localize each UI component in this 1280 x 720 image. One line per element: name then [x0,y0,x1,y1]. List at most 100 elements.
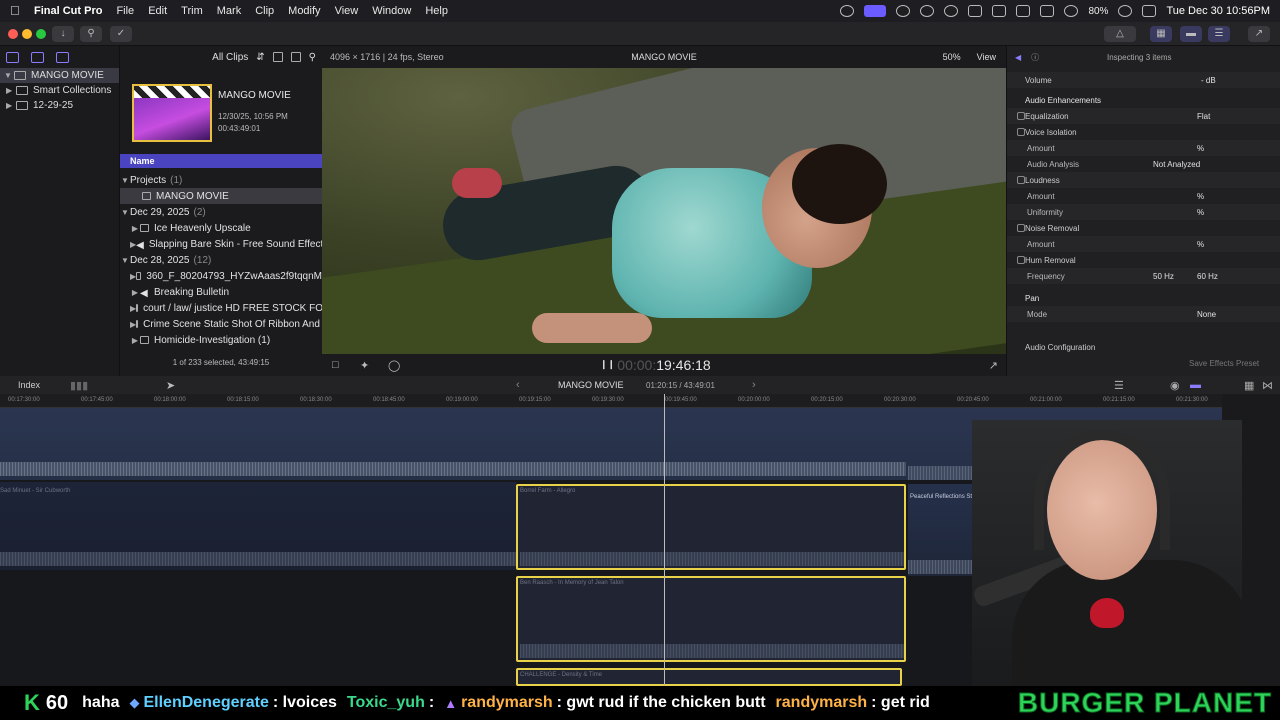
zoom-window-button[interactable] [36,29,46,39]
clip-row[interactable]: ▶ 360_F_80204793_HYZwAaas2f9tqqnM [120,268,322,284]
group-dec-28[interactable]: ▼ Dec 28, 2025 (12) [120,252,322,268]
keyboard-icon[interactable] [1016,5,1031,17]
index-button[interactable]: Index [18,380,40,390]
inspector-row[interactable]: Noise Removal [1007,220,1280,236]
play-icon[interactable] [944,5,959,17]
clip-row[interactable]: ▶ Ice Heavenly Upscale [120,220,322,236]
inspector-toggle-icon[interactable]: ☰ [1208,26,1230,42]
inspector-row-control[interactable]: % [1197,144,1204,153]
inspector-row[interactable]: Frequency 50 Hz 60 Hz [1007,268,1280,284]
import-icon[interactable]: ↓ [52,26,74,42]
effects-browser-icon[interactable]: ▦ [1244,379,1254,392]
inspector-row[interactable]: Uniformity% [1007,204,1280,220]
disclosure-icon[interactable]: ▼ [120,256,130,265]
back-arrow-icon[interactable]: ‹ [516,379,520,391]
library-mango-movie[interactable]: ▼ MANGO MOVIE [0,68,119,83]
disclosure-icon[interactable]: ▶ [130,336,140,345]
background-tasks-icon[interactable]: ✓ [110,26,132,42]
search-icon[interactable] [1118,5,1133,17]
clip-appearance-icon[interactable]: ☰ [1114,379,1124,392]
clip-appearance-icon[interactable] [290,52,301,62]
display-icon[interactable] [992,5,1007,17]
menu-mark[interactable]: Mark [217,5,241,17]
enable-checkbox[interactable] [1017,128,1025,136]
audio-configuration-row[interactable]: Audio Configuration [1007,339,1280,355]
menu-edit[interactable]: Edit [148,5,167,17]
save-effects-preset-button[interactable]: Save Effects Preset [1189,359,1259,368]
inspector-row-control[interactable]: % [1197,192,1204,201]
inspector-row[interactable]: Mode None [1007,306,1280,322]
playhead[interactable] [664,394,665,686]
edit-tools-icon[interactable]: ▮▮▮ [70,379,88,392]
globe-icon[interactable] [896,5,911,17]
timeline-project-name[interactable]: MANGO MOVIE [558,380,624,390]
inspector-row-control[interactable]: % [1197,208,1204,217]
status-icon[interactable] [840,5,855,17]
forward-arrow-icon[interactable]: › [752,379,756,391]
skimming-icon[interactable]: ▬ [1190,379,1201,391]
audio-inspector-icon[interactable]: ◀ [1015,53,1021,62]
timeline-toggle-icon[interactable]: ▬ [1180,26,1202,42]
inspector-row[interactable]: Amount% [1007,140,1280,156]
menu-help[interactable]: Help [425,5,448,17]
inspector-row[interactable]: Hum Removal [1007,252,1280,268]
wifi-icon[interactable] [1064,5,1079,17]
inspector-row[interactable]: Amount% [1007,188,1280,204]
inspector-row[interactable]: Amount% [1007,236,1280,252]
filter-chevron-icon[interactable]: ⇵ [256,52,264,63]
inspector-row-control[interactable]: 60 Hz [1197,272,1218,281]
enable-checkbox[interactable] [1017,112,1025,120]
inspector-row-value[interactable]: Not Analyzed [1153,160,1200,169]
clip-row[interactable]: ▶ Homicide-Investigation (1) [120,332,322,348]
export-icon[interactable]: ↗ [1248,26,1270,42]
share-icon[interactable]: △ [1104,26,1136,42]
menu-clip[interactable]: Clip [255,5,274,17]
select-tool-icon[interactable]: ➤ [166,379,175,392]
group-dec-29[interactable]: ▼ Dec 29, 2025 (2) [120,204,322,220]
enable-checkbox[interactable] [1017,256,1025,264]
name-column-header[interactable]: Name [120,154,322,168]
enable-checkbox[interactable] [1017,176,1025,184]
apple-icon[interactable]:  [10,4,24,18]
volume-value[interactable]: - dB [1201,76,1216,85]
record-icon[interactable] [920,5,935,17]
all-clips-filter[interactable]: All Clips [212,52,248,63]
disclosure-icon[interactable]: ▶ [130,224,140,233]
search-icon[interactable]: ⚲ [309,52,316,63]
screen-record-icon[interactable] [864,5,887,17]
menu-trim[interactable]: Trim [181,5,203,17]
keywords-icon[interactable]: ⚲ [80,26,102,42]
viewer-view-menu[interactable]: View [977,52,996,62]
library-event-12-29-25[interactable]: ▶ 12-29-25 [0,98,119,113]
minimize-window-button[interactable] [22,29,32,39]
inspector-row-value[interactable]: 50 Hz [1153,272,1174,281]
disclosure-icon[interactable]: ▼ [120,176,130,185]
timeline-ruler[interactable]: 00:17:30:00 00:17:45:00 00:18:00:00 00:18:1… [0,394,1222,408]
library-smart-collections[interactable]: ▶ Smart Collections [0,83,119,98]
project-row-mango-movie[interactable]: MANGO MOVIE [120,188,322,204]
clip-row[interactable]: ▶ Crime Scene Static Shot Of Ribbon And … [120,316,322,332]
group-projects[interactable]: ▼ Projects (1) [120,172,322,188]
inspector-row-control[interactable]: None [1197,310,1216,319]
project-thumbnail[interactable] [132,84,212,142]
disclosure-icon[interactable]: ▶ [6,101,14,110]
menu-file[interactable]: File [116,5,134,17]
titles-icon[interactable] [56,51,69,63]
clip-row[interactable]: ▶ court / law/ justice HD FREE STOCK FOO [120,300,322,316]
inspector-row[interactable]: Audio Enhancements [1007,92,1280,108]
volume-icon[interactable] [968,5,983,17]
disclosure-icon[interactable]: ▼ [4,71,12,80]
inspector-row-control[interactable]: % [1197,240,1204,249]
clip-row[interactable]: ▶ ◀ Slapping Bare Skin - Free Sound Effe… [120,236,322,252]
close-window-button[interactable] [8,29,18,39]
control-center-icon[interactable] [1142,5,1157,17]
video-frame[interactable] [322,68,1006,354]
inspector-row[interactable]: Audio Analysis Not Analyzed [1007,156,1280,172]
libraries-icon[interactable] [6,51,19,63]
menu-clock[interactable]: Tue Dec 30 10:56PM [1166,5,1270,17]
browser-toggle-icon[interactable]: ▦ [1150,26,1172,42]
headphones-icon[interactable]: ◉ [1170,379,1180,392]
disclosure-icon[interactable]: ▶ [6,86,14,95]
list-view-icon[interactable] [272,52,283,62]
inspector-row[interactable]: Pan [1007,290,1280,306]
